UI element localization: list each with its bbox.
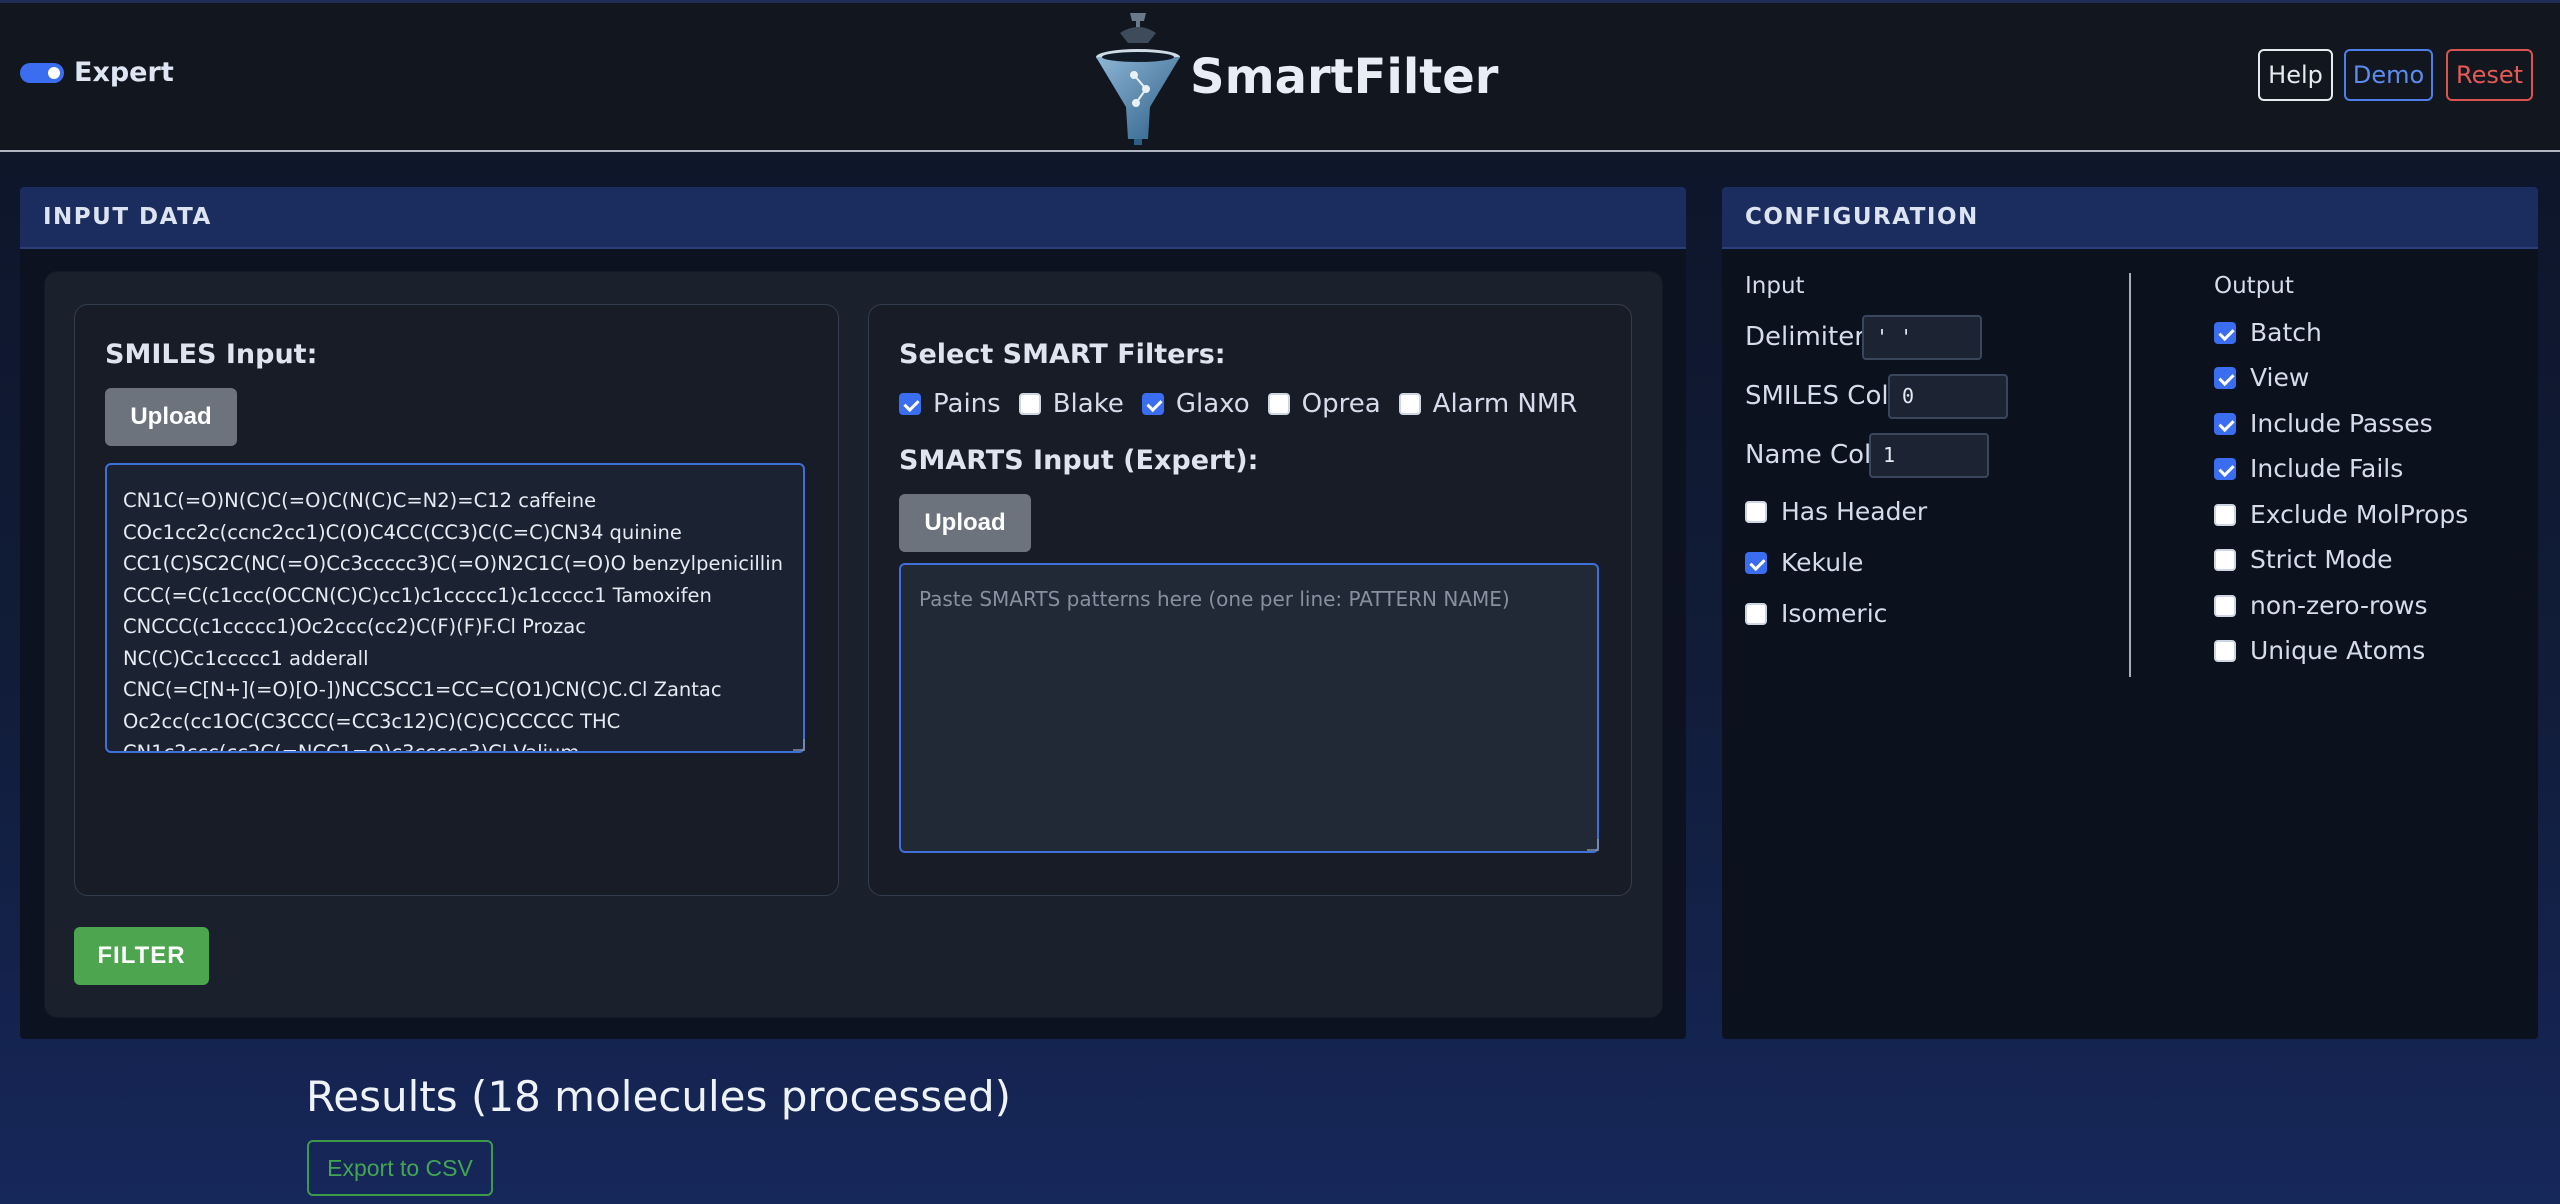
smart-filters-title: Select SMART Filters: bbox=[899, 339, 1226, 370]
brand: SmartFilter bbox=[1090, 7, 1498, 147]
delimiter-label: Delimiter bbox=[1745, 322, 1865, 352]
input-data-heading: INPUT DATA bbox=[20, 187, 1686, 249]
isomeric-checkbox[interactable] bbox=[1745, 602, 1767, 625]
batch-label: Batch bbox=[2250, 318, 2322, 347]
include-fails-checkbox[interactable] bbox=[2214, 457, 2236, 480]
filter-oprea[interactable]: Oprea bbox=[1267, 389, 1381, 419]
toggle-switch[interactable] bbox=[20, 62, 64, 83]
smiles-col-label: SMILES Col bbox=[1745, 381, 1889, 411]
isomeric-label: Isomeric bbox=[1781, 599, 1888, 628]
batch-checkbox[interactable] bbox=[2214, 321, 2236, 344]
smiles-input-card: SMILES Input: Upload CN1C(=O)N(C)C(=O)C(… bbox=[74, 304, 839, 896]
has-header-label: Has Header bbox=[1781, 497, 1928, 526]
filter-blake-checkbox[interactable] bbox=[1018, 393, 1041, 415]
has-header-checkbox[interactable] bbox=[1745, 500, 1767, 523]
app-title: SmartFilter bbox=[1190, 49, 1499, 105]
help-button[interactable]: Help bbox=[2258, 49, 2333, 101]
exclude-molprops-label: Exclude MolProps bbox=[2250, 500, 2469, 529]
batch-option[interactable]: Batch bbox=[2214, 318, 2322, 347]
smarts-filter-card: Select SMART Filters: Pains Blake Glaxo … bbox=[868, 304, 1632, 896]
configuration-panel: CONFIGURATION Input Output Delimiter ' '… bbox=[1722, 187, 2538, 1039]
include-fails-option[interactable]: Include Fails bbox=[2214, 454, 2403, 483]
smiles-textarea[interactable]: CN1C(=O)N(C)C(=O)C(N(C)C=N2)=C12 caffein… bbox=[105, 463, 805, 753]
kekule-label: Kekule bbox=[1781, 548, 1864, 577]
filter-glaxo-checkbox[interactable] bbox=[1141, 393, 1164, 415]
unique-atoms-checkbox[interactable] bbox=[2214, 639, 2236, 662]
non-zero-rows-label: non-zero-rows bbox=[2250, 591, 2428, 620]
unique-atoms-label: Unique Atoms bbox=[2250, 636, 2426, 665]
strict-mode-label: Strict Mode bbox=[2250, 545, 2393, 574]
isomeric-option[interactable]: Isomeric bbox=[1745, 599, 1887, 628]
input-data-panel: INPUT DATA SMILES Input: Upload CN1C(=O)… bbox=[20, 187, 1686, 1039]
expert-toggle[interactable]: Expert bbox=[20, 57, 174, 88]
export-csv-button[interactable]: Export to CSV bbox=[307, 1140, 493, 1196]
demo-button[interactable]: Demo bbox=[2344, 49, 2433, 101]
filter-pains-label: Pains bbox=[933, 389, 1001, 419]
config-divider bbox=[2129, 273, 2131, 677]
exclude-molprops-checkbox[interactable] bbox=[2214, 503, 2236, 526]
input-column-title: Input bbox=[1745, 273, 1805, 299]
view-label: View bbox=[2250, 363, 2310, 392]
include-fails-label: Include Fails bbox=[2250, 454, 2404, 483]
filter-glaxo-label: Glaxo bbox=[1175, 389, 1250, 419]
filter-alarm-nmr-label: Alarm NMR bbox=[1432, 389, 1578, 419]
filter-alarm-nmr[interactable]: Alarm NMR bbox=[1398, 389, 1578, 419]
delimiter-input[interactable]: ' ' bbox=[1862, 315, 1982, 360]
output-column-title: Output bbox=[2214, 273, 2294, 299]
filter-blake[interactable]: Blake bbox=[1018, 389, 1124, 419]
input-card: SMILES Input: Upload CN1C(=O)N(C)C(=O)C(… bbox=[45, 272, 1662, 1017]
filter-blake-label: Blake bbox=[1052, 389, 1124, 419]
smarts-placeholder: Paste SMARTS patterns here (one per line… bbox=[919, 587, 1510, 611]
include-passes-checkbox[interactable] bbox=[2214, 412, 2236, 435]
filter-pains-checkbox[interactable] bbox=[899, 393, 921, 415]
reset-button[interactable]: Reset bbox=[2446, 49, 2533, 101]
name-col-input[interactable]: 1 bbox=[1869, 433, 1989, 478]
expert-toggle-label: Expert bbox=[74, 57, 174, 88]
has-header-option[interactable]: Has Header bbox=[1745, 497, 1927, 526]
filter-button[interactable]: FILTER bbox=[74, 927, 209, 985]
include-passes-label: Include Passes bbox=[2250, 409, 2433, 438]
smarts-input-title: SMARTS Input (Expert): bbox=[899, 445, 1259, 476]
include-passes-option[interactable]: Include Passes bbox=[2214, 409, 2433, 438]
filter-oprea-checkbox[interactable] bbox=[1267, 393, 1290, 415]
smiles-input-title: SMILES Input: bbox=[105, 339, 318, 370]
resize-handle-icon[interactable] bbox=[1587, 839, 1599, 851]
smarts-upload-button[interactable]: Upload bbox=[899, 494, 1031, 552]
smiles-upload-button[interactable]: Upload bbox=[105, 388, 237, 446]
strict-mode-checkbox[interactable] bbox=[2214, 548, 2236, 571]
resize-handle-icon[interactable] bbox=[793, 739, 805, 751]
configuration-heading: CONFIGURATION bbox=[1722, 187, 2538, 249]
filter-pains[interactable]: Pains bbox=[899, 389, 1001, 419]
exclude-molprops-option[interactable]: Exclude MolProps bbox=[2214, 500, 2468, 529]
name-col-label: Name Col bbox=[1745, 440, 1872, 470]
results-title: Results (18 molecules processed) bbox=[306, 1072, 1012, 1121]
unique-atoms-option[interactable]: Unique Atoms bbox=[2214, 636, 2425, 665]
non-zero-rows-checkbox[interactable] bbox=[2214, 594, 2236, 617]
filter-glaxo[interactable]: Glaxo bbox=[1141, 389, 1250, 419]
kekule-option[interactable]: Kekule bbox=[1745, 548, 1863, 577]
smarts-textarea[interactable]: Paste SMARTS patterns here (one per line… bbox=[899, 563, 1599, 853]
filter-alarm-nmr-checkbox[interactable] bbox=[1398, 393, 1421, 415]
view-checkbox[interactable] bbox=[2214, 366, 2236, 389]
smart-filters-list: Pains Blake Glaxo Oprea Alarm NMR bbox=[899, 389, 1595, 419]
filter-oprea-label: Oprea bbox=[1301, 389, 1381, 419]
app-header: Expert SmartFilter Help Demo Reset bbox=[0, 0, 2560, 152]
strict-mode-option[interactable]: Strict Mode bbox=[2214, 545, 2393, 574]
funnel-logo-icon bbox=[1096, 13, 1180, 145]
kekule-checkbox[interactable] bbox=[1745, 551, 1767, 574]
smiles-col-input[interactable]: 0 bbox=[1888, 374, 2008, 419]
view-option[interactable]: View bbox=[2214, 363, 2309, 392]
non-zero-rows-option[interactable]: non-zero-rows bbox=[2214, 591, 2428, 620]
